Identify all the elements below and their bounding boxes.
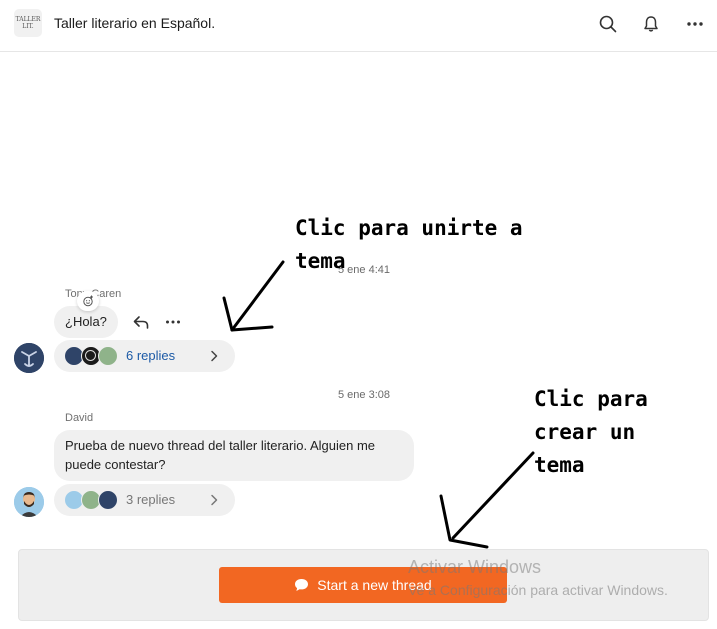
bell-icon[interactable] (639, 12, 663, 36)
message-bubble: Prueba de nuevo thread del taller litera… (54, 430, 414, 481)
message-text: ¿Hola? (65, 314, 107, 329)
search-icon[interactable] (596, 12, 620, 36)
annotation-arrow-join (222, 260, 285, 332)
thread-replies-button[interactable]: 6 replies (54, 340, 235, 372)
replies-count: 3 replies (126, 492, 176, 507)
annotation-arrow-create (439, 451, 535, 549)
channel-logo-text: TALLER LIT. (15, 16, 41, 30)
annotation-line: Clic para unirte a (295, 216, 523, 240)
chat-bubble-icon (295, 579, 309, 591)
annotation-line: tema (295, 249, 346, 273)
annotation-create-text: Clic para crear un tema (534, 383, 648, 482)
channel-logo: TALLER LIT. (14, 9, 42, 37)
message-text: Prueba de nuevo thread del taller litera… (65, 438, 376, 472)
message-timestamp: 5 ene 3:08 (338, 389, 390, 401)
windows-activation-subtext: Ve a Configuración para activar Windows. (408, 582, 668, 598)
more-icon[interactable] (683, 12, 707, 36)
avatar[interactable] (14, 343, 44, 373)
message-author: David (65, 412, 94, 424)
replies-count: 6 replies (126, 348, 176, 363)
chevron-right-icon (211, 494, 218, 506)
channel-header: TALLER LIT. Taller literario en Español. (0, 0, 717, 52)
chevron-right-icon (211, 350, 218, 362)
channel-title: Taller literario en Español. (54, 15, 216, 31)
annotation-line: Clic para (534, 387, 648, 411)
annotation-join-text: Clic para unirte a tema (295, 212, 523, 278)
windows-activation-watermark: Activar Windows (408, 557, 542, 577)
annotation-line: crear un (534, 420, 636, 444)
add-reaction-icon[interactable] (77, 291, 99, 311)
avatar[interactable] (14, 487, 44, 517)
annotation-line: tema (534, 453, 585, 477)
reply-icon[interactable] (131, 313, 151, 331)
thread-replies-button[interactable]: 3 replies (54, 484, 235, 516)
message-more-icon[interactable] (163, 314, 183, 330)
participant-avatar (98, 346, 118, 366)
participant-avatar (98, 490, 118, 510)
